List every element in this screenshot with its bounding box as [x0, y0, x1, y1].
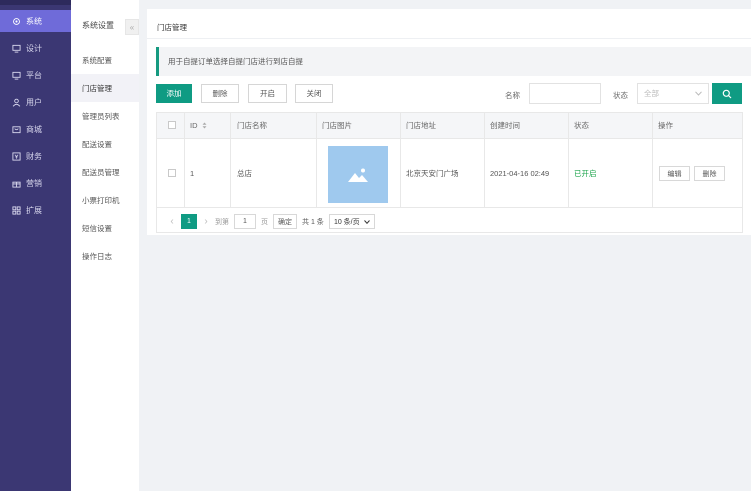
add-button[interactable]: 添加 [156, 84, 192, 103]
nav-item-design[interactable]: 设计 [0, 37, 71, 59]
status-select[interactable]: 全部 [637, 83, 709, 104]
tip-banner: 用于自提订单选择自提门店进行到店自提 [156, 47, 751, 76]
subnav-item-admin-list[interactable]: 管理员列表 [71, 102, 139, 130]
main-sidebar: 系统 设计 平台 用户 商城 财务 营销 扩展 [0, 0, 71, 491]
table-header: ID 门店名称 门店图片 门店地址 创建时间 状态 操作 [157, 113, 742, 139]
header-actions: 操作 [658, 121, 673, 130]
status-label: 状态 [613, 91, 628, 100]
monitor-icon [12, 44, 21, 53]
header-image: 门店图片 [322, 121, 352, 130]
title-divider [147, 38, 751, 39]
nav-item-label: 财务 [26, 151, 42, 161]
subnav-item-courier-management[interactable]: 配送员管理 [71, 158, 139, 186]
page-size-select[interactable]: 10 条/页 [328, 214, 375, 229]
chevron-down-icon [363, 219, 370, 224]
sort-icon [202, 122, 206, 129]
disable-button[interactable]: 关闭 [295, 84, 333, 103]
subnav-item-delivery-settings[interactable]: 配送设置 [71, 130, 139, 158]
goto-label: 到第 [215, 218, 229, 226]
header-address: 门店地址 [406, 121, 436, 130]
gear-icon [13, 17, 20, 25]
header-id-label: ID [190, 121, 198, 130]
page-title: 门店管理 [157, 23, 187, 32]
collapse-sidebar-button[interactable]: « [125, 19, 139, 35]
goto-confirm-button[interactable]: 确定 [273, 214, 297, 229]
nav-item-label: 设计 [26, 43, 42, 53]
tip-text: 用于自提订单选择自提门店进行到店自提 [168, 57, 303, 66]
row-status: 已开启 [574, 168, 597, 178]
search-icon [722, 89, 732, 98]
subnav-item-receipt-printer[interactable]: 小票打印机 [71, 186, 139, 214]
row-name: 总店 [237, 168, 252, 178]
page-unit-label: 页 [261, 218, 268, 226]
chevron-down-icon [695, 91, 702, 96]
nav-item-label: 系统 [26, 16, 42, 26]
subnav-item-system-config[interactable]: 系统配置 [71, 46, 139, 74]
select-all-checkbox[interactable] [168, 121, 176, 129]
nav-item-system[interactable]: 系统 [0, 10, 71, 32]
nav-item-label: 商城 [26, 124, 42, 134]
sub-sidebar: 系统设置 系统配置 门店管理 管理员列表 配送设置 配送员管理 小票打印机 短信… [71, 0, 139, 491]
name-label: 名称 [505, 91, 520, 100]
total-count: 共 1 条 [302, 218, 324, 226]
header-id[interactable]: ID [190, 113, 207, 138]
edit-button[interactable]: 编辑 [659, 166, 690, 181]
grid-icon [12, 205, 21, 215]
shop-icon [12, 125, 21, 133]
enable-button[interactable]: 开启 [248, 84, 287, 103]
row-address: 北京天安门广场 [406, 168, 459, 178]
prev-page-button[interactable]: ‹ [168, 216, 176, 227]
gift-icon [12, 181, 21, 188]
next-page-button[interactable]: › [202, 216, 210, 227]
nav-item-label: 扩展 [26, 205, 42, 215]
nav-item-marketing[interactable]: 营销 [0, 172, 71, 194]
store-table: ID 门店名称 门店图片 门店地址 创建时间 状态 操作 1 总店 北京天安门广… [156, 112, 743, 233]
nav-item-label: 平台 [26, 70, 42, 80]
goto-page-input[interactable]: 1 [234, 214, 256, 229]
sidebar-topbar [0, 0, 71, 5]
nav-item-user[interactable]: 用户 [0, 91, 71, 113]
subnav-item-sms-settings[interactable]: 短信设置 [71, 214, 139, 242]
page-size-value: 10 条/页 [333, 218, 360, 226]
nav-item-platform[interactable]: 平台 [0, 64, 71, 86]
row-id: 1 [190, 168, 195, 178]
store-image [328, 146, 388, 203]
subnav-item-operation-log[interactable]: 操作日志 [71, 242, 139, 270]
image-placeholder-icon [348, 168, 368, 182]
name-input[interactable] [529, 83, 601, 104]
finance-icon [12, 151, 21, 161]
row-checkbox[interactable] [168, 169, 176, 177]
pagination: ‹ 1 › 到第 1 页 确定 共 1 条 10 条/页 [168, 213, 375, 230]
nav-item-label: 用户 [26, 97, 42, 107]
monitor-icon [12, 71, 21, 80]
nav-item-label: 营销 [26, 178, 42, 188]
delete-button[interactable]: 删除 [201, 84, 239, 103]
page-1-button[interactable]: 1 [181, 214, 197, 229]
status-select-value: 全部 [644, 89, 659, 98]
nav-item-shop[interactable]: 商城 [0, 118, 71, 140]
content-panel: 门店管理 用于自提订单选择自提门店进行到店自提 添加 删除 开启 关闭 名称 状… [147, 9, 751, 235]
header-name: 门店名称 [237, 121, 267, 130]
search-button[interactable] [712, 83, 742, 104]
subnav-item-store-management[interactable]: 门店管理 [71, 74, 139, 102]
row-created: 2021-04-16 02:49 [490, 168, 550, 178]
user-icon [12, 98, 21, 107]
header-status: 状态 [574, 121, 589, 130]
nav-item-finance[interactable]: 财务 [0, 145, 71, 167]
nav-item-extend[interactable]: 扩展 [0, 199, 71, 221]
header-created: 创建时间 [490, 121, 520, 130]
table-row: 1 总店 北京天安门广场 2021-04-16 02:49 已开启 编辑 删除 [157, 139, 742, 208]
row-delete-button[interactable]: 删除 [694, 166, 725, 181]
